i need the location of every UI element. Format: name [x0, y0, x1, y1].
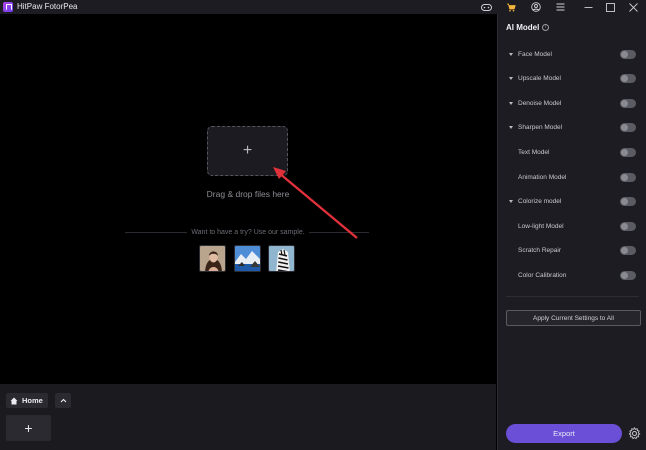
expand-caret-icon[interactable]	[509, 200, 513, 204]
model-label: Denoise Model	[518, 99, 562, 107]
expand-caret-icon[interactable]	[509, 77, 513, 81]
home-tab-label: Home	[22, 396, 43, 405]
model-label: Low-light Model	[518, 222, 564, 230]
model-row[interactable]: Scratch Repair	[498, 244, 646, 258]
close-icon[interactable]	[627, 1, 639, 13]
model-row[interactable]: Colorize model	[498, 195, 646, 209]
model-label: Scratch Repair	[518, 247, 561, 255]
model-toggle[interactable]	[620, 74, 636, 84]
user-icon[interactable]	[530, 1, 542, 13]
model-label: Colorize model	[518, 198, 562, 206]
collapse-button[interactable]	[55, 393, 71, 408]
menu-icon[interactable]	[554, 1, 566, 13]
bottom-panel: Home +	[0, 384, 496, 450]
chevron-up-icon	[60, 398, 66, 403]
ai-model-panel: AI Model i Face Model Upscale Model Denois…	[497, 14, 646, 450]
annotation-arrow-icon	[273, 167, 358, 239]
model-toggle[interactable]	[620, 246, 636, 256]
app-title: HitPaw FotorPea	[17, 2, 78, 11]
home-icon	[10, 397, 18, 404]
model-row[interactable]: Animation Model	[498, 170, 646, 184]
model-row[interactable]: Face Model	[498, 47, 646, 61]
model-row[interactable]: Sharpen Model	[498, 121, 646, 135]
model-toggle[interactable]	[620, 221, 636, 231]
info-icon[interactable]: i	[542, 24, 550, 31]
add-file-button[interactable]: +	[6, 415, 51, 441]
app-logo-icon	[3, 2, 13, 12]
model-label: Animation Model	[518, 173, 567, 181]
model-row[interactable]: Denoise Model	[498, 96, 646, 110]
model-row[interactable]: Upscale Model	[498, 72, 646, 86]
panel-title: AI Model i	[506, 23, 550, 32]
home-tab[interactable]: Home	[6, 393, 48, 408]
expand-caret-icon[interactable]	[509, 101, 513, 105]
panel-title-label: AI Model	[506, 23, 540, 32]
model-row[interactable]: Low-light Model	[498, 219, 646, 233]
model-toggle[interactable]	[620, 147, 636, 157]
game-controller-icon[interactable]	[480, 1, 492, 13]
workspace-canvas: + Drag & drop files here Want to have a …	[0, 14, 496, 384]
model-label: Face Model	[518, 50, 552, 58]
apply-settings-button[interactable]: Apply Current Settings to All	[506, 310, 641, 326]
model-toggle[interactable]	[620, 98, 636, 108]
model-toggle[interactable]	[620, 197, 636, 207]
model-label: Color Calibration	[518, 271, 567, 279]
settings-gear-icon[interactable]	[628, 427, 641, 440]
model-label: Text Model	[518, 148, 550, 156]
model-label: Sharpen Model	[518, 124, 563, 132]
minimize-icon[interactable]	[582, 1, 594, 13]
maximize-icon[interactable]	[604, 1, 616, 13]
expand-caret-icon[interactable]	[509, 126, 513, 130]
model-label: Upscale Model	[518, 75, 561, 83]
model-toggle[interactable]	[620, 123, 636, 133]
cart-icon[interactable]	[505, 1, 517, 13]
title-bar: HitPaw FotorPea	[0, 0, 646, 14]
model-row[interactable]: Color Calibration	[498, 268, 646, 282]
panel-divider	[506, 296, 639, 297]
model-toggle[interactable]	[620, 49, 636, 59]
export-button[interactable]: Export	[506, 424, 622, 443]
model-toggle[interactable]	[620, 270, 636, 280]
model-row[interactable]: Text Model	[498, 145, 646, 159]
model-toggle[interactable]	[620, 172, 636, 182]
expand-caret-icon[interactable]	[509, 52, 513, 56]
